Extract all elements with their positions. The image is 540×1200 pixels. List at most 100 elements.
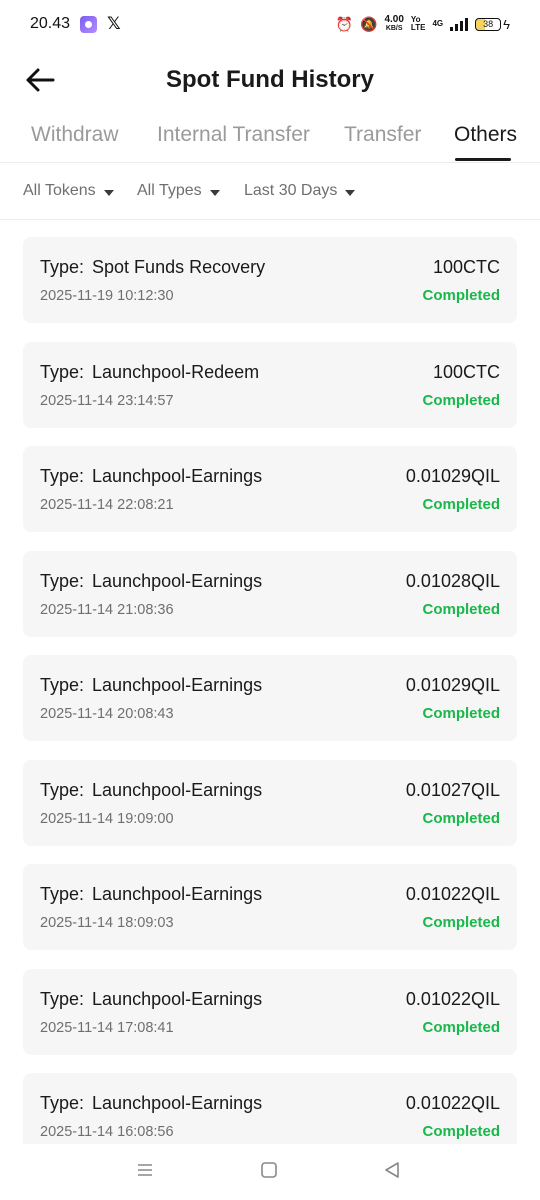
tab-internal-transfer[interactable]: Internal Transfer [157, 123, 310, 147]
tab-withdraw[interactable]: Withdraw [31, 123, 119, 147]
page-title: Spot Fund History [166, 66, 374, 93]
records-list[interactable]: Type: Spot Funds Recovery 2025-11-19 10:1… [23, 237, 517, 1144]
record-type: Type: Launchpool-Earnings [40, 1093, 262, 1114]
record-amount: 0.01022QIL [405, 1093, 500, 1113]
system-nav-bar [0, 1145, 540, 1200]
record-date: 2025-11-14 20:08:43 [40, 706, 174, 722]
record-type-value: Launchpool-Earnings [92, 1093, 263, 1113]
record-type: Type: Launchpool-Earnings [40, 675, 262, 696]
record-card[interactable]: Type: Launchpool-Redeem 2025-11-14 23:14:… [23, 341, 517, 428]
status-badge: Completed [422, 600, 500, 618]
type-label: Type: [40, 570, 85, 591]
type-label: Type: [40, 257, 85, 277]
status-badge: Completed [422, 809, 500, 827]
type-label: Type: [40, 361, 85, 382]
record-date: 2025-11-14 17:08:41 [40, 1019, 174, 1036]
record-card[interactable]: Type: Spot Funds Recovery 2025-11-19 10:1… [23, 237, 517, 323]
tab-transfer[interactable]: Transfer [344, 123, 421, 147]
type-label: Type: [40, 779, 85, 800]
battery-icon: 38 ϟ [475, 17, 510, 32]
record-card[interactable]: Type: Launchpool-Earnings 2025-11-14 20:0… [23, 655, 517, 741]
record-date: 2025-11-14 19:09:00 [40, 810, 174, 827]
network-speed: 4.00 KB/S [384, 15, 403, 33]
nav-back-button[interactable] [383, 1161, 401, 1184]
x-app-icon: 𝕏 [107, 14, 121, 33]
lte-bottom: LTE [410, 23, 426, 32]
record-type: Type: Spot Funds Recovery [40, 257, 265, 278]
caret-down-icon [103, 189, 114, 196]
type-label: Type: [40, 466, 85, 486]
record-amount: 0.01022QIL [405, 884, 500, 904]
record-card[interactable]: Type: Launchpool-Earnings 2025-11-14 17:0… [23, 968, 517, 1055]
status-badge: Completed [422, 496, 500, 513]
lte-indicator: Yo LTE [411, 16, 426, 32]
record-type-value: Launchpool-Redeem [92, 361, 260, 382]
record-date: 2025-11-14 22:08:21 [40, 497, 174, 513]
record-date: 2025-11-14 18:09:03 [40, 915, 174, 931]
status-left: 20.43 𝕏 [30, 14, 121, 34]
record-amount: 100CTC [432, 361, 500, 382]
notification-app-icon [80, 15, 98, 33]
record-type: Type: Launchpool-Earnings [40, 571, 262, 592]
record-type-value: Launchpool-Earnings [92, 466, 263, 486]
filter-tokens[interactable]: All Tokens [23, 182, 114, 200]
charging-icon: ϟ [503, 16, 510, 32]
header: Spot Fund History [0, 55, 540, 105]
network-type: 4G [432, 20, 443, 28]
speed-value: 4.00 [384, 14, 404, 25]
record-type: Type: Launchpool-Earnings [40, 884, 262, 905]
record-card[interactable]: Type: Launchpool-Earnings 2025-11-14 22:0… [23, 446, 517, 532]
arrow-left-icon [26, 68, 55, 92]
filter-period[interactable]: Last 30 Days [244, 182, 356, 200]
record-date: 2025-11-14 21:08:36 [40, 601, 174, 618]
type-label: Type: [40, 1093, 85, 1113]
record-amount: 0.01027QIL [405, 779, 500, 800]
record-type: Type: Launchpool-Earnings [40, 989, 262, 1010]
battery-level: 38 [475, 17, 502, 31]
filter-tokens-label: All Tokens [23, 182, 96, 199]
record-card[interactable]: Type: Launchpool-Earnings 2025-11-14 21:0… [23, 550, 517, 637]
record-type-value: Launchpool-Earnings [92, 884, 263, 904]
record-type: Type: Launchpool-Redeem [40, 362, 259, 383]
back-button[interactable] [24, 65, 56, 95]
status-badge: Completed [422, 391, 500, 409]
status-time: 20.43 [30, 15, 71, 32]
record-type-value: Launchpool-Earnings [92, 988, 263, 1009]
record-type: Type: Launchpool-Earnings [40, 780, 262, 801]
speed-unit: KB/S [385, 25, 403, 32]
type-label: Type: [40, 988, 85, 1009]
status-bar: 20.43 𝕏 ⏰ 🔕 4.00 KB/S Yo LTE 4G 38 ϟ [0, 0, 540, 48]
record-card[interactable]: Type: Launchpool-Earnings 2025-11-14 18:0… [23, 864, 517, 950]
nav-home-button[interactable] [260, 1161, 278, 1184]
record-amount: 0.01029QIL [405, 466, 500, 486]
type-label: Type: [40, 884, 85, 904]
menu-icon [138, 1164, 152, 1176]
record-type-value: Launchpool-Earnings [92, 779, 263, 800]
caret-down-icon [209, 189, 220, 196]
status-badge: Completed [422, 705, 500, 722]
status-right: ⏰ 🔕 4.00 KB/S Yo LTE 4G 38 ϟ [336, 15, 510, 33]
square-icon [261, 1162, 277, 1178]
signal-icon [450, 17, 469, 31]
filter-period-label: Last 30 Days [244, 182, 338, 199]
active-tab-indicator [455, 158, 511, 161]
record-amount: 100CTC [432, 257, 500, 277]
status-badge: Completed [422, 1123, 500, 1140]
network-type-label: 4G [432, 19, 444, 28]
tab-others[interactable]: Others [454, 123, 517, 147]
caret-down-icon [345, 189, 356, 196]
record-card[interactable]: Type: Launchpool-Earnings 2025-11-14 16:0… [23, 1073, 517, 1144]
filter-bar: All Tokens All Types Last 30 Days [0, 164, 540, 220]
record-amount: 0.01029QIL [405, 675, 500, 695]
record-date: 2025-11-14 23:14:57 [40, 392, 174, 409]
record-type-value: Launchpool-Earnings [92, 570, 263, 591]
mute-icon: 🔕 [360, 15, 378, 32]
filter-types[interactable]: All Types [137, 182, 220, 200]
triangle-back-icon [385, 1162, 399, 1178]
status-badge: Completed [422, 287, 500, 304]
filter-types-label: All Types [137, 182, 202, 199]
nav-menu-button[interactable] [136, 1161, 154, 1184]
record-card[interactable]: Type: Launchpool-Earnings 2025-11-14 19:0… [23, 759, 517, 846]
status-badge: Completed [422, 914, 500, 931]
type-label: Type: [40, 675, 85, 695]
